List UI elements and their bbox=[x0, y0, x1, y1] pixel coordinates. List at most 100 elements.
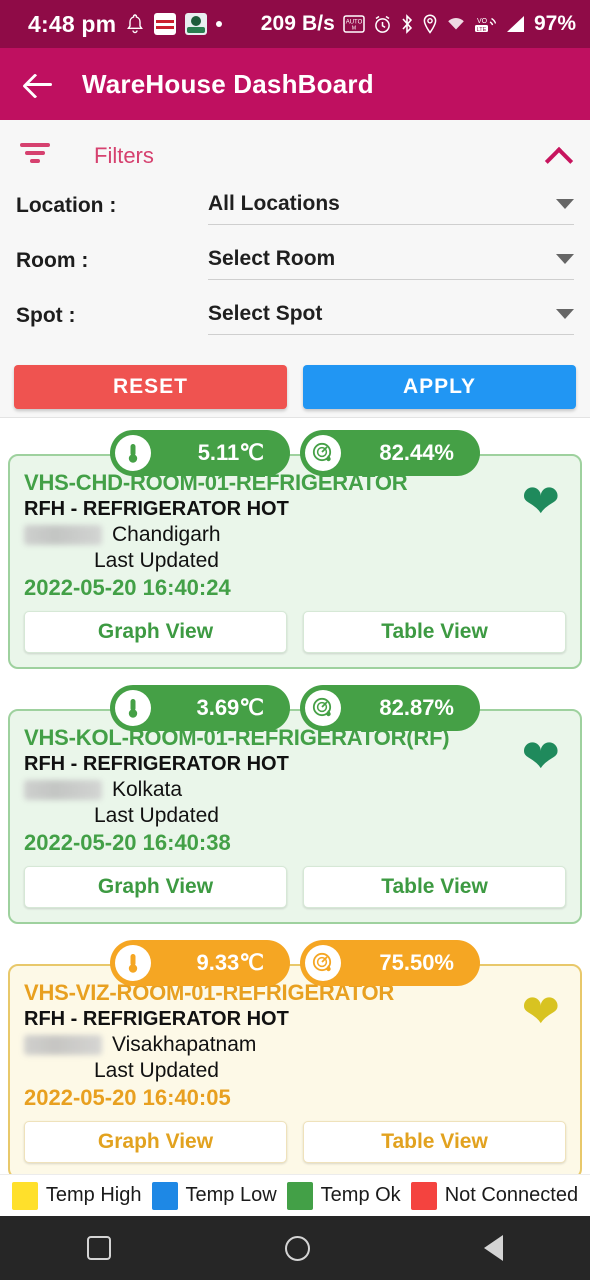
chevron-up-icon[interactable] bbox=[546, 143, 572, 169]
app-bar: WareHouse DashBoard bbox=[0, 48, 590, 120]
temperature-value: 3.69℃ bbox=[196, 695, 264, 720]
legend-label: Not Connected bbox=[444, 1184, 579, 1206]
status-bar: 4:48 pm 209 B/s AUTO M VO LTE 97% bbox=[0, 0, 590, 48]
last-updated-label: Last Updated bbox=[94, 549, 219, 572]
reading-pills: 3.69℃ 82.87% bbox=[8, 685, 582, 731]
legend-swatch bbox=[410, 1181, 437, 1210]
temperature-pill: 3.69℃ bbox=[110, 685, 290, 731]
last-updated-timestamp: 2022-05-20 16:40:05 bbox=[24, 1085, 231, 1110]
device-card-list: 5.11℃ 82.44% ❤ VHS-CHD-ROOM-01-REFRIGERA… bbox=[0, 418, 590, 1179]
status-bar-left: 4:48 pm bbox=[14, 10, 223, 38]
legend-swatch bbox=[151, 1181, 178, 1210]
apply-button[interactable]: APPLY bbox=[303, 365, 576, 409]
last-updated-label: Last Updated bbox=[94, 1059, 219, 1082]
redacted-text bbox=[24, 525, 102, 545]
room-value: Select Room bbox=[208, 247, 336, 270]
signal-icon bbox=[504, 15, 526, 33]
legend-swatch bbox=[11, 1181, 38, 1210]
svg-text:M: M bbox=[352, 26, 356, 32]
chevron-down-icon bbox=[556, 199, 574, 209]
square-recents-icon[interactable] bbox=[87, 1236, 111, 1260]
device-location-line: Visakhapatnam bbox=[24, 1033, 566, 1057]
circle-home-icon[interactable] bbox=[285, 1235, 310, 1261]
heart-icon[interactable]: ❤ bbox=[521, 478, 560, 524]
legend-item-not-connected: Not Connected bbox=[410, 1181, 579, 1210]
legend-label: Temp High bbox=[45, 1184, 142, 1206]
filter-actions: RESET APPLY bbox=[0, 357, 590, 409]
spot-value: Select Spot bbox=[208, 302, 323, 325]
battery-percent: 97% bbox=[533, 12, 576, 35]
filter-row-spot: Spot : Select Spot bbox=[0, 302, 590, 335]
device-type: RFH - REFRIGERATOR HOT bbox=[24, 498, 289, 520]
humidity-value: 82.44% bbox=[379, 440, 454, 465]
reading-pills: 5.11℃ 82.44% bbox=[8, 430, 582, 476]
heart-icon[interactable]: ❤ bbox=[521, 988, 560, 1034]
page-title: WareHouse DashBoard bbox=[82, 68, 374, 99]
network-speed: 209 B/s bbox=[260, 12, 335, 35]
status-bar-right: 209 B/s AUTO M VO LTE 97% bbox=[261, 12, 576, 36]
humidity-pill: 82.44% bbox=[300, 430, 480, 476]
card-actions: Graph View Table View bbox=[24, 1121, 566, 1163]
redacted-text bbox=[24, 780, 102, 800]
status-legend: Temp High Temp Low Temp Ok Not Connected bbox=[0, 1174, 590, 1216]
heart-icon[interactable]: ❤ bbox=[521, 733, 560, 779]
device-location-line: Kolkata bbox=[24, 778, 566, 802]
triangle-back-icon[interactable] bbox=[484, 1235, 503, 1261]
room-label: Room : bbox=[16, 249, 89, 272]
graph-view-button[interactable]: Graph View bbox=[24, 611, 287, 653]
redacted-text bbox=[24, 1035, 102, 1055]
temperature-value: 9.33℃ bbox=[196, 950, 264, 975]
device-city: Kolkata bbox=[112, 778, 183, 801]
alarm-icon bbox=[373, 15, 392, 34]
graph-view-button[interactable]: Graph View bbox=[24, 866, 287, 908]
status-time: 4:48 pm bbox=[28, 10, 117, 37]
filter-funnel-icon bbox=[18, 143, 52, 169]
location-select[interactable]: All Locations bbox=[208, 192, 574, 225]
room-select[interactable]: Select Room bbox=[208, 247, 574, 280]
card-actions: Graph View Table View bbox=[24, 611, 566, 653]
app-icon bbox=[185, 13, 208, 35]
card-actions: Graph View Table View bbox=[24, 866, 566, 908]
last-updated-timestamp: 2022-05-20 16:40:38 bbox=[24, 830, 231, 855]
filter-row-room: Room : Select Room bbox=[0, 247, 590, 280]
legend-item-temp-high: Temp High bbox=[11, 1181, 142, 1210]
legend-item-temp-ok: Temp Ok bbox=[286, 1181, 401, 1210]
arrow-left-icon[interactable] bbox=[22, 67, 56, 101]
filters-header[interactable]: Filters bbox=[0, 120, 590, 192]
humidity-gauge-icon bbox=[305, 435, 341, 471]
temperature-pill: 9.33℃ bbox=[110, 940, 290, 986]
device-card-body[interactable]: ❤ VHS-CHD-ROOM-01-REFRIGERATOR RFH - REF… bbox=[8, 454, 582, 669]
device-location-line: Chandigarh bbox=[24, 523, 566, 547]
bluetooth-icon bbox=[400, 14, 414, 34]
table-view-button[interactable]: Table View bbox=[303, 1121, 566, 1163]
location-value: All Locations bbox=[208, 192, 340, 215]
zomato-app-icon bbox=[154, 13, 177, 35]
legend-swatch bbox=[286, 1181, 313, 1210]
device-card-body[interactable]: ❤ VHS-KOL-ROOM-01-REFRIGERATOR(RF) RFH -… bbox=[8, 709, 582, 924]
humidity-pill: 75.50% bbox=[300, 940, 480, 986]
graph-view-button[interactable]: Graph View bbox=[24, 1121, 287, 1163]
last-updated-label: Last Updated bbox=[94, 804, 219, 827]
svg-text:LTE: LTE bbox=[477, 27, 487, 33]
chevron-down-icon bbox=[556, 254, 574, 264]
filters-title: Filters bbox=[94, 143, 154, 168]
table-view-button[interactable]: Table View bbox=[303, 866, 566, 908]
legend-item-temp-low: Temp Low bbox=[151, 1181, 277, 1210]
humidity-pill: 82.87% bbox=[300, 685, 480, 731]
device-city: Visakhapatnam bbox=[112, 1033, 257, 1056]
reset-button[interactable]: RESET bbox=[14, 365, 287, 409]
device-city: Chandigarh bbox=[112, 523, 221, 546]
filter-row-location: Location : All Locations bbox=[0, 192, 590, 225]
device-card: 5.11℃ 82.44% ❤ VHS-CHD-ROOM-01-REFRIGERA… bbox=[8, 430, 582, 669]
legend-label: Temp Ok bbox=[320, 1184, 401, 1206]
last-updated-timestamp: 2022-05-20 16:40:24 bbox=[24, 575, 231, 600]
auto-rotate-icon: AUTO M bbox=[343, 15, 365, 33]
humidity-value: 75.50% bbox=[379, 950, 454, 975]
device-card-body[interactable]: ❤ VHS-VIZ-ROOM-01-REFRIGERATOR RFH - REF… bbox=[8, 964, 582, 1179]
spot-select[interactable]: Select Spot bbox=[208, 302, 574, 335]
device-card: 9.33℃ 75.50% ❤ VHS-VIZ-ROOM-01-REFRIGERA… bbox=[8, 940, 582, 1179]
temperature-value: 5.11℃ bbox=[197, 440, 264, 465]
spot-label: Spot : bbox=[16, 304, 76, 327]
table-view-button[interactable]: Table View bbox=[303, 611, 566, 653]
humidity-gauge-icon bbox=[305, 945, 341, 981]
